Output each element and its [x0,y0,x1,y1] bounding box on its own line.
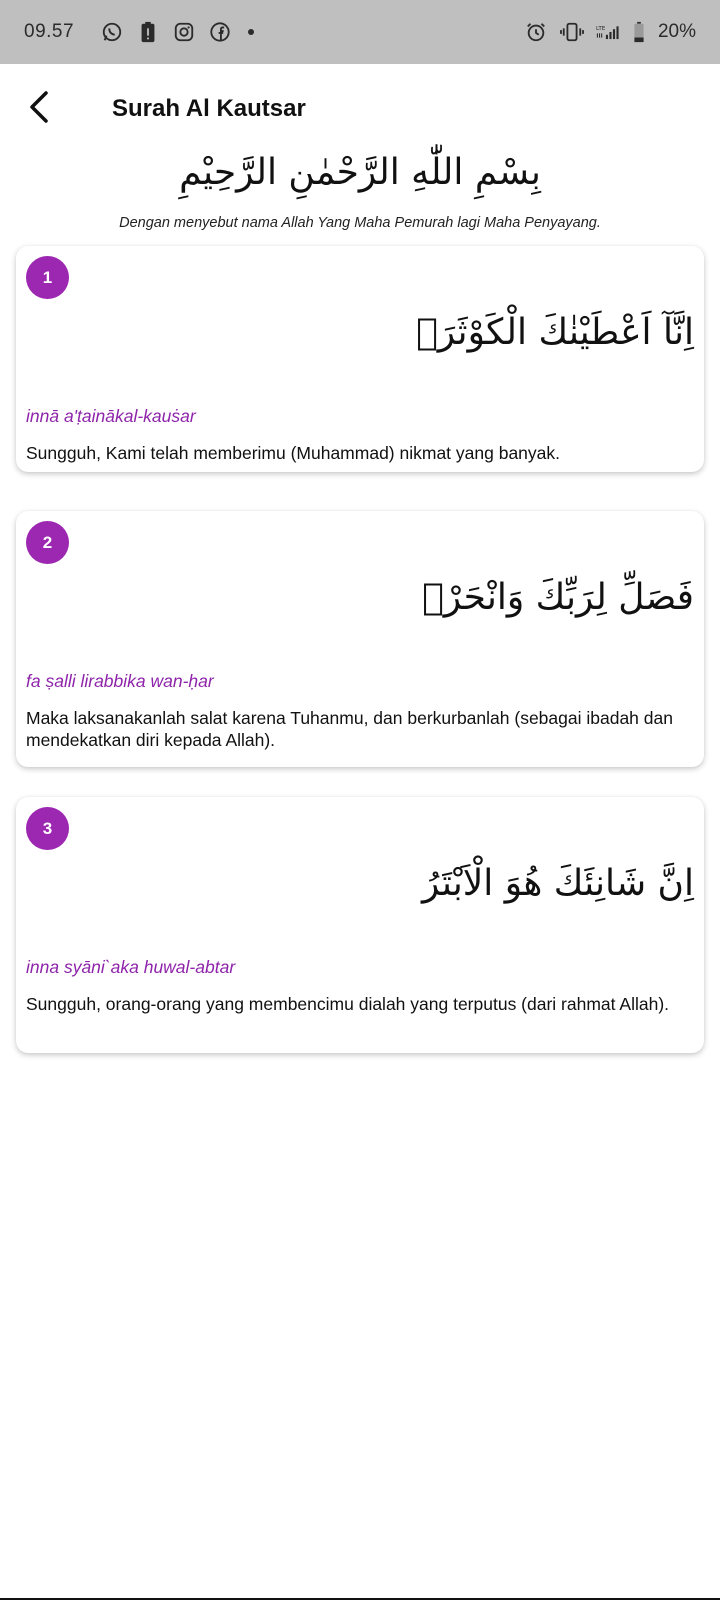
ayah-number-badge: 1 [26,256,69,299]
ayah-transliteration: innā a'ṭainākal-kauṡar [26,406,196,426]
ayah-translation: Sungguh, Kami telah memberimu (Muhammad)… [26,443,560,463]
lte-signal-icon: LTE [596,20,620,44]
bismillah-translation: Dengan menyebut nama Allah Yang Maha Pem… [119,215,601,231]
status-left: 09.57 [24,20,255,44]
ayah-arabic-text: اِنَّآ اَعْطَيْنٰكَ الْكَوْثَرَۗ [416,312,694,353]
ayah-card[interactable]: 2 فَصَلِّ لِرَبِّكَ وَانْحَرْۗ fa ṣalli … [16,511,704,767]
battery-percentage: 20% [657,21,696,42]
status-bar: 09.57 LTE 20% [0,0,720,64]
status-right: LTE 20% [524,20,696,44]
ayah-card[interactable]: 3 اِنَّ شَانِئَكَ هُوَ الْاَبْتَرُ inna … [16,797,704,1053]
ayah-transliteration: fa ṣalli lirabbika wan-ḥar [26,671,214,691]
more-notifications-dot [248,29,255,35]
svg-text:LTE: LTE [596,26,606,32]
instagram-icon [172,20,196,44]
alert-icon [136,20,160,44]
ayah-arabic-text: اِنَّ شَانِئَكَ هُوَ الْاَبْتَرُ [422,863,694,904]
ayah-number-badge: 2 [26,521,69,564]
page-title: Surah Al Kautsar [112,95,306,122]
status-time: 09.57 [24,21,75,42]
ayah-transliteration: inna syāni`aka huwal-abtar [26,957,236,977]
ayah-number-badge: 3 [26,807,69,850]
battery-icon [632,20,646,44]
app-bar: Surah Al Kautsar [0,64,720,154]
back-button[interactable] [10,79,70,139]
alarm-icon [524,20,548,44]
bismillah-arabic: بِسْمِ اللّٰهِ الرَّحْمٰنِ الرَّحِيْمِ [179,152,541,193]
whatsapp-icon [100,20,124,44]
ayah-translation: Sungguh, orang-orang yang membencimu dia… [26,994,670,1014]
ayah-card[interactable]: 1 اِنَّآ اَعْطَيْنٰكَ الْكَوْثَرَۗ innā … [16,246,704,472]
vibrate-icon [560,20,584,44]
facebook-icon [208,20,232,44]
ayah-arabic-text: فَصَلِّ لِرَبِّكَ وَانْحَرْۗ [422,577,694,618]
ayah-translation: Maka laksanakanlah salat karena Tuhanmu,… [26,708,673,750]
arrow-back-icon [26,90,54,129]
